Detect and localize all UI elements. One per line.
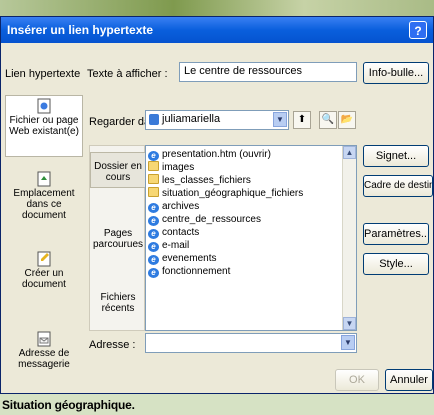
parameters-button[interactable]: Paramètres... bbox=[363, 223, 429, 245]
browse-web-button[interactable]: 🔍 bbox=[319, 111, 337, 129]
title-bar[interactable]: Insérer un lien hypertexte ? bbox=[1, 17, 433, 43]
file-name: archives bbox=[162, 201, 200, 212]
link-create-document[interactable]: Créer un document bbox=[5, 249, 83, 299]
up-folder-button[interactable]: ⬆ bbox=[293, 111, 311, 129]
folder-icon bbox=[148, 187, 159, 197]
insert-hyperlink-dialog: Insérer un lien hypertexte ? Lien hypert… bbox=[0, 16, 434, 394]
file-name: situation_géographique_fichiers bbox=[162, 188, 304, 199]
list-item[interactable]: les_classes_fichiers bbox=[148, 174, 251, 187]
link-to-bar: Fichier ou page Web existant(e) Emplacem… bbox=[5, 95, 83, 389]
list-item[interactable]: images bbox=[148, 161, 194, 174]
web-page-icon: e bbox=[148, 268, 159, 278]
screen-tip-button[interactable]: Info-bulle... bbox=[363, 62, 429, 84]
file-list[interactable]: e presentation.htm (ouvrir) images les_cl… bbox=[145, 145, 357, 331]
text-to-display-label: Texte à afficher : bbox=[87, 68, 168, 80]
web-page-icon: e bbox=[148, 242, 159, 252]
link-existing-file[interactable]: Fichier ou page Web existant(e) bbox=[5, 95, 83, 157]
recent-files-item[interactable]: Fichiers récents bbox=[90, 286, 146, 326]
style-button[interactable]: Style... bbox=[363, 253, 429, 275]
open-folder-icon: 📂 bbox=[340, 114, 354, 125]
address-input[interactable]: ▼ bbox=[145, 333, 357, 353]
background-caption: Situation géographique. bbox=[2, 398, 135, 412]
file-name: e-mail bbox=[162, 240, 190, 251]
browse-file-button[interactable]: 📂 bbox=[338, 111, 356, 129]
file-name: centre_de_ressources bbox=[162, 214, 261, 225]
web-page-icon: e bbox=[148, 229, 159, 239]
dialog-title: Insérer un lien hypertexte bbox=[7, 23, 154, 37]
places-bar: Dossier en cours Pages parcourues Fichie… bbox=[89, 145, 146, 331]
web-page-icon: e bbox=[148, 255, 159, 265]
up-folder-icon: ⬆ bbox=[297, 114, 307, 125]
email-icon bbox=[37, 331, 51, 347]
chevron-down-icon[interactable]: ▼ bbox=[273, 112, 287, 127]
browse-web-icon: 🔍 bbox=[321, 114, 335, 125]
folder-icon bbox=[148, 161, 159, 171]
list-item[interactable]: e e-mail bbox=[148, 239, 189, 252]
look-in-dropdown[interactable]: juliamariella ▼ bbox=[145, 110, 289, 130]
browsed-pages-item[interactable]: Pages parcourues bbox=[90, 222, 146, 262]
file-name: evenements bbox=[162, 253, 217, 264]
link-email-address[interactable]: Adresse de messagerie bbox=[5, 329, 83, 379]
help-button[interactable]: ? bbox=[409, 21, 427, 39]
target-frame-button[interactable]: Cadre de destination... bbox=[363, 175, 433, 197]
file-name: contacts bbox=[162, 227, 200, 238]
list-item[interactable]: e centre_de_ressources bbox=[148, 213, 261, 226]
web-page-icon: e bbox=[148, 203, 159, 213]
web-page-icon bbox=[37, 98, 51, 114]
scroll-down-icon[interactable]: ▼ bbox=[343, 317, 356, 330]
file-name: images bbox=[162, 162, 195, 173]
scroll-up-icon[interactable]: ▲ bbox=[343, 146, 356, 159]
link-place-in-document[interactable]: Emplacement dans ce document bbox=[5, 169, 83, 229]
folder-globe-icon bbox=[149, 114, 159, 125]
link-place-in-document-label: Emplacement dans ce document bbox=[13, 188, 75, 221]
list-item[interactable]: e contacts bbox=[148, 226, 199, 239]
link-create-document-label: Créer un document bbox=[22, 268, 66, 290]
web-page-icon: e bbox=[148, 151, 159, 161]
file-name: fonctionnement bbox=[162, 266, 231, 277]
list-item[interactable]: situation_géographique_fichiers bbox=[148, 187, 303, 200]
link-email-address-label: Adresse de messagerie bbox=[18, 348, 70, 370]
list-item[interactable]: e fonctionnement bbox=[148, 265, 230, 278]
text-to-display-input[interactable]: Le centre de ressources bbox=[179, 62, 357, 82]
folder-icon bbox=[148, 174, 159, 184]
list-item[interactable]: e archives bbox=[148, 200, 199, 213]
file-name: les_classes_fichiers bbox=[162, 175, 251, 186]
list-item[interactable]: e presentation.htm (ouvrir) bbox=[148, 148, 271, 161]
cancel-button[interactable]: Annuler bbox=[385, 369, 433, 391]
list-item[interactable]: e evenements bbox=[148, 252, 216, 265]
address-label: Adresse : bbox=[89, 339, 136, 351]
ok-button[interactable]: OK bbox=[335, 369, 379, 391]
file-list-scrollbar[interactable]: ▲ ▼ bbox=[342, 146, 356, 330]
bookmark-button[interactable]: Signet... bbox=[363, 145, 429, 167]
link-existing-file-label: Fichier ou page Web existant(e) bbox=[9, 115, 79, 137]
new-document-icon bbox=[37, 251, 51, 267]
current-folder-item[interactable]: Dossier en cours bbox=[90, 152, 146, 188]
document-location-icon bbox=[37, 171, 51, 187]
file-name: presentation.htm (ouvrir) bbox=[162, 149, 271, 160]
chevron-down-icon[interactable]: ▼ bbox=[341, 335, 355, 350]
link-to-label: Lien hypertexte bbox=[5, 68, 81, 80]
web-page-icon: e bbox=[148, 216, 159, 226]
look-in-value: juliamariella bbox=[162, 113, 221, 125]
